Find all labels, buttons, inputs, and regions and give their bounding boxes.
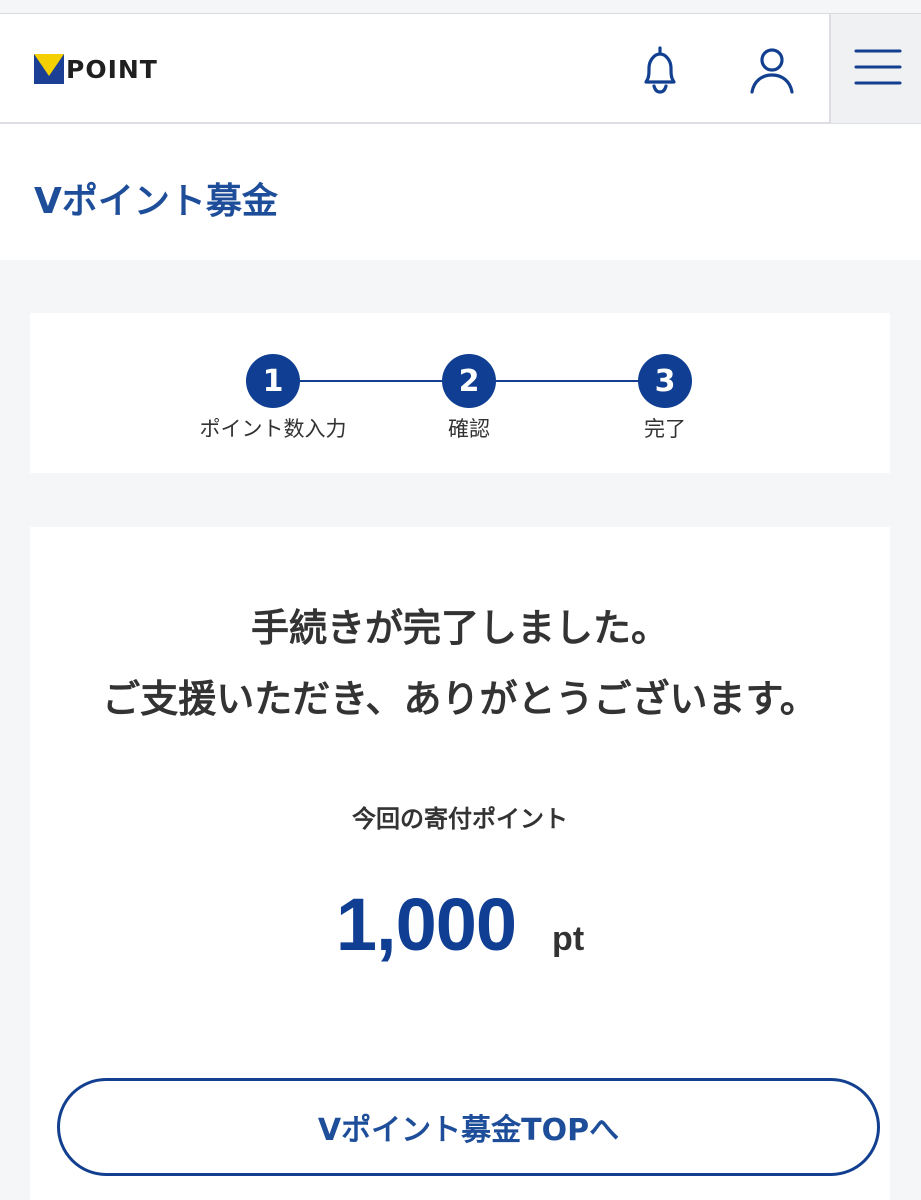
hamburger-menu-button[interactable] — [829, 14, 921, 123]
vpoint-logo-mark-icon — [34, 54, 64, 84]
bell-icon[interactable] — [632, 42, 688, 98]
step-3-circle: 3 — [638, 354, 692, 408]
donated-points-amount: 1,000 — [335, 883, 517, 966]
completion-message: 手続きが完了しました。 — [250, 606, 669, 650]
step-2-label: 確認 — [448, 417, 490, 441]
donated-points-row: 1,000 pt — [30, 882, 890, 967]
thank-you-message: ご支援いただき、ありがとうございます。 — [102, 677, 818, 721]
step-2-circle: 2 — [442, 354, 496, 408]
vpoint-logo[interactable]: POINT — [34, 53, 158, 85]
logo-text: POINT — [66, 54, 158, 84]
title-band: Vポイント募金 — [0, 124, 921, 260]
app-header: POINT — [0, 13, 921, 124]
vpoint-donation-top-button[interactable]: Vポイント募金TOPへ — [57, 1078, 880, 1176]
points-unit: pt — [552, 920, 585, 958]
donated-points-label: 今回の寄付ポイント — [352, 805, 568, 833]
step-1-label: ポイント数入力 — [199, 417, 347, 441]
completion-card: 手続きが完了しました。 ご支援いただき、ありがとうございます。 今回の寄付ポイン… — [30, 527, 890, 1200]
page-title: Vポイント募金 — [34, 181, 278, 222]
user-icon[interactable] — [744, 42, 800, 98]
step-1-circle: 1 — [246, 354, 300, 408]
step-3-label: 完了 — [644, 417, 686, 441]
progress-stepper: 1 2 3 ポイント数入力 確認 完了 — [30, 313, 890, 473]
hamburger-menu-icon — [854, 49, 902, 85]
